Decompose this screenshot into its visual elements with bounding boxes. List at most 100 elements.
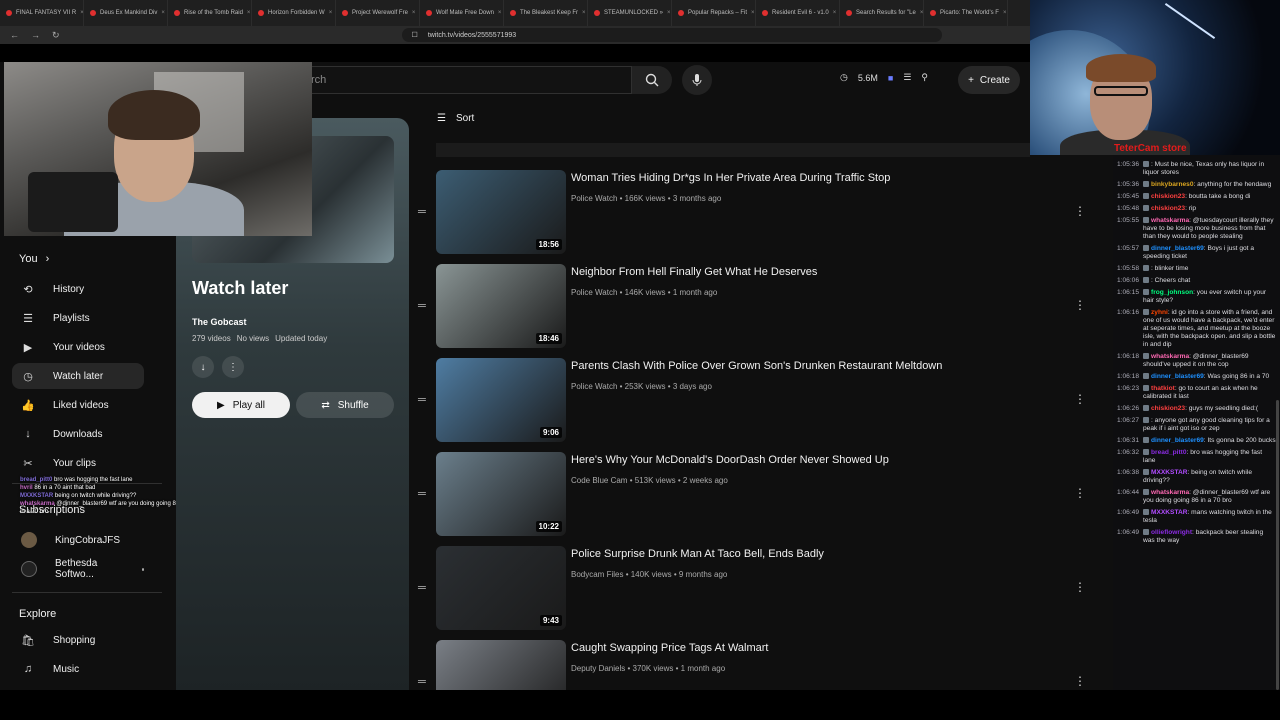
- close-tab-icon[interactable]: ×: [920, 10, 923, 16]
- drag-handle-icon[interactable]: ═: [418, 300, 426, 312]
- video-title[interactable]: Neighbor From Hell Finally Get What He D…: [571, 266, 817, 278]
- browser-tab[interactable]: STEAMUNLOCKED » ×: [588, 0, 672, 26]
- video-title[interactable]: Woman Tries Hiding Dr*gs In Her Private …: [571, 172, 890, 184]
- channel-name[interactable]: Code Blue Cam: [571, 476, 627, 485]
- browser-tab[interactable]: Picarto: The World's F ×: [924, 0, 1008, 26]
- video-thumbnail[interactable]: 10:22: [436, 452, 566, 536]
- browser-tab[interactable]: Resident Evil 6 - v1.0 ×: [756, 0, 840, 26]
- shuffle-button[interactable]: ⇄ Shuffle: [296, 392, 394, 418]
- timer-icon[interactable]: ◷: [840, 72, 848, 83]
- sidebar-item-liked-videos[interactable]: 👍 Liked videos: [12, 392, 144, 418]
- chat-username[interactable]: whatskarma: [1151, 353, 1189, 360]
- subscription-item-kingcobrajfs[interactable]: KingCobraJFS: [12, 527, 144, 553]
- search-button[interactable]: [632, 66, 672, 94]
- channel-name[interactable]: Deputy Daniels: [571, 664, 625, 673]
- chat-scrollbar[interactable]: [1276, 400, 1279, 690]
- browser-tab[interactable]: Rise of the Tomb Raid ×: [168, 0, 252, 26]
- more-options-icon[interactable]: ⋮: [222, 356, 244, 378]
- sidebar-item-watch-later[interactable]: ◷ Watch later: [12, 363, 144, 389]
- chat-username[interactable]: ollieflowright: [1151, 529, 1192, 536]
- search-input[interactable]: rch: [296, 66, 632, 94]
- chat-username[interactable]: whatskarma: [1151, 489, 1189, 496]
- voice-search-button[interactable]: [682, 65, 712, 95]
- forward-icon[interactable]: →: [31, 30, 40, 40]
- more-options-icon[interactable]: ⋮: [1074, 486, 1086, 500]
- close-tab-icon[interactable]: ×: [1003, 10, 1007, 16]
- close-tab-icon[interactable]: ×: [667, 10, 671, 16]
- browser-tab[interactable]: Horizon Forbidden W ×: [252, 0, 336, 26]
- chat-username[interactable]: chiskion23: [1151, 405, 1185, 412]
- browser-tab[interactable]: The Bleakest Keep Fr ×: [504, 0, 588, 26]
- reload-icon[interactable]: ↻: [52, 30, 60, 41]
- more-options-icon[interactable]: ⋮: [1074, 674, 1086, 688]
- playlist-owner[interactable]: The Gobcast: [192, 317, 247, 327]
- sidebar-item-downloads[interactable]: ↓ Downloads: [12, 421, 144, 447]
- channel-name[interactable]: Police Watch: [571, 288, 617, 297]
- chat-username[interactable]: MXXKSTAR: [1151, 469, 1188, 476]
- close-tab-icon[interactable]: ×: [161, 10, 165, 16]
- chat-username[interactable]: whatskarma: [1151, 217, 1189, 224]
- playlist-video-row[interactable]: ═ 10:22 Here's Why Your McDonald's DoorDas…: [416, 452, 1088, 538]
- play-all-button[interactable]: ▶ Play all: [192, 392, 290, 418]
- more-options-icon[interactable]: ⋮: [1074, 580, 1086, 594]
- playlist-video-row[interactable]: ═ 18:56 Woman Tries Hiding Dr*gs In Her Pr…: [416, 170, 1088, 256]
- drag-handle-icon[interactable]: ═: [418, 676, 426, 688]
- trophy-icon[interactable]: ⚲: [921, 72, 928, 83]
- subscription-item-bethesda[interactable]: Bethesda Softwo...: [12, 556, 144, 582]
- chat-username[interactable]: binkybarnes0: [1151, 181, 1194, 188]
- sidebar-item-your-videos[interactable]: ▶ Your videos: [12, 334, 144, 360]
- browser-tab[interactable]: FINAL FANTASY VII R ×: [0, 0, 84, 26]
- channel-name[interactable]: Police Watch: [571, 382, 617, 391]
- extension-icon[interactable]: ■: [888, 73, 893, 83]
- sidebar-item-shopping[interactable]: 🛍 Shopping: [12, 627, 144, 653]
- back-icon[interactable]: ←: [10, 30, 19, 40]
- more-options-icon[interactable]: ⋮: [1074, 392, 1086, 406]
- download-icon[interactable]: ↓: [192, 356, 214, 378]
- chat-username[interactable]: thatkiot: [1151, 385, 1175, 392]
- channel-name[interactable]: Bodycam Files: [571, 570, 623, 579]
- video-thumbnail[interactable]: 9:06: [436, 358, 566, 442]
- browser-tab[interactable]: Popular Repacks – Fit ×: [672, 0, 756, 26]
- video-title[interactable]: Here's Why Your McDonald's DoorDash Orde…: [571, 454, 889, 466]
- chat-username[interactable]: bread_pitt0: [1151, 449, 1187, 456]
- drag-handle-icon[interactable]: ═: [418, 488, 426, 500]
- sidebar-item-music[interactable]: ♫ Music: [12, 656, 144, 682]
- browser-tab[interactable]: Search Results for "Le ×: [840, 0, 924, 26]
- chat-username[interactable]: zyhni: [1151, 309, 1168, 316]
- more-options-icon[interactable]: ⋮: [1074, 298, 1086, 312]
- sidebar-item-your-clips[interactable]: ✂ Your clips: [12, 450, 144, 476]
- drag-handle-icon[interactable]: ═: [418, 206, 426, 218]
- list-icon[interactable]: ☰: [903, 72, 911, 83]
- video-thumbnail[interactable]: 18:56: [436, 170, 566, 254]
- browser-tab[interactable]: Wolf Mate Free Down ×: [420, 0, 504, 26]
- chat-username[interactable]: dinner_blaster69: [1151, 373, 1204, 380]
- close-tab-icon[interactable]: ×: [247, 10, 251, 16]
- close-tab-icon[interactable]: ×: [751, 10, 755, 16]
- chat-username[interactable]: chiskion23: [1151, 205, 1185, 212]
- chat-username[interactable]: MXXKSTAR: [1151, 509, 1188, 516]
- chat-username[interactable]: frog_johnson: [1151, 289, 1193, 296]
- close-tab-icon[interactable]: ×: [498, 10, 502, 16]
- drag-handle-icon[interactable]: ═: [418, 582, 426, 594]
- drag-handle-icon[interactable]: ═: [418, 394, 426, 406]
- playlist-video-row[interactable]: ═ 18:46 Neighbor From Hell Finally Get Wha…: [416, 264, 1088, 350]
- close-tab-icon[interactable]: ×: [833, 10, 837, 16]
- video-thumbnail[interactable]: 9:43: [436, 546, 566, 630]
- sidebar-item-playlists[interactable]: ☰ Playlists: [12, 305, 144, 331]
- chat-username[interactable]: dinner_blaster69: [1151, 437, 1204, 444]
- playlist-video-row[interactable]: ═ 9:43 Police Surprise Drunk Man At Taco B…: [416, 546, 1088, 632]
- browser-tab[interactable]: Deus Ex Mankind Div ×: [84, 0, 168, 26]
- close-tab-icon[interactable]: ×: [582, 10, 586, 16]
- chat-username[interactable]: chiskion23: [1151, 193, 1185, 200]
- you-section-header[interactable]: You ›: [19, 253, 49, 265]
- video-title[interactable]: Parents Clash With Police Over Grown Son…: [571, 360, 942, 372]
- more-options-icon[interactable]: ⋮: [1074, 204, 1086, 218]
- channel-name[interactable]: Police Watch: [571, 194, 617, 203]
- sidebar-item-history[interactable]: ⟲ History: [12, 276, 144, 302]
- close-tab-icon[interactable]: ×: [329, 10, 333, 16]
- create-button[interactable]: + Create: [958, 66, 1020, 94]
- sort-button[interactable]: ☰ Sort: [437, 113, 474, 124]
- close-tab-icon[interactable]: ×: [412, 10, 416, 16]
- video-thumbnail[interactable]: 18:46: [436, 264, 566, 348]
- browser-tab[interactable]: Project Werewolf Fre ×: [336, 0, 420, 26]
